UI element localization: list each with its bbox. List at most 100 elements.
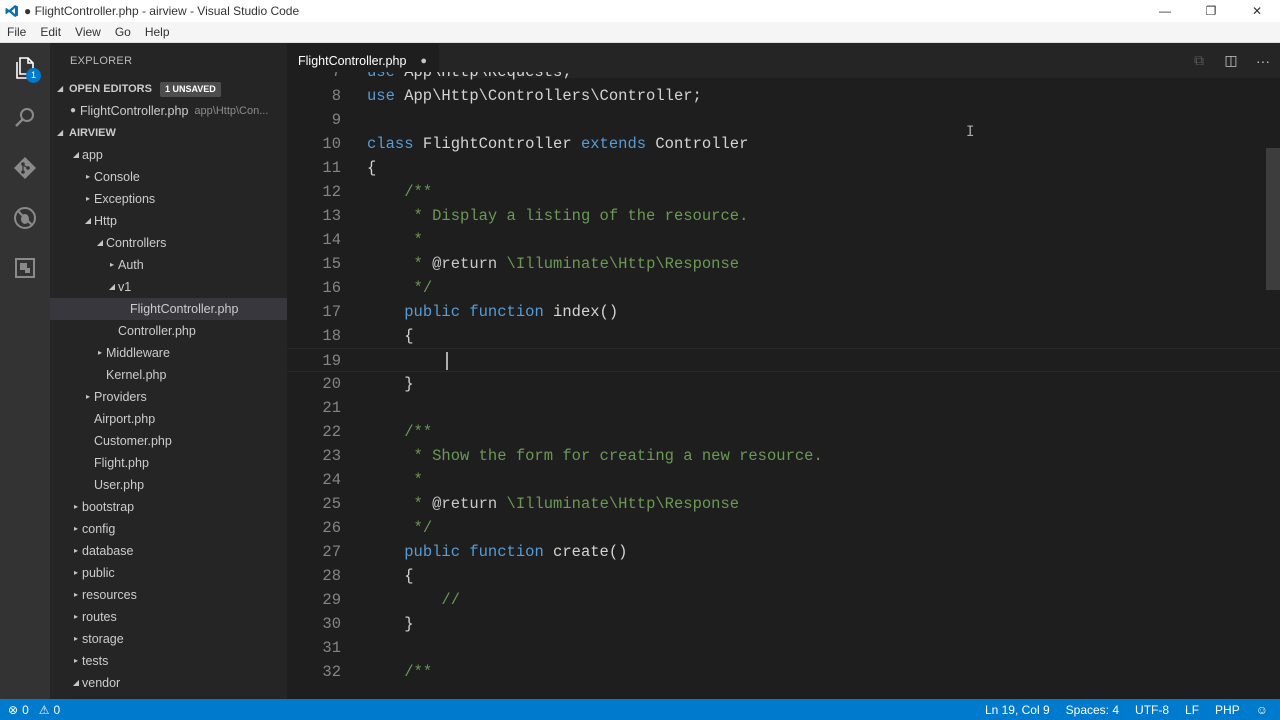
code-line[interactable]: 20 } [287,372,1280,396]
code-line[interactable]: 11 { [287,156,1280,180]
dirty-dot-icon[interactable]: ● [420,55,427,67]
menu-edit[interactable]: Edit [33,22,68,43]
tree-item[interactable]: Airport.php [50,408,287,430]
menu-file[interactable]: File [0,22,33,43]
tree-item-label: tests [82,654,109,668]
more-actions-icon[interactable]: ··· [1254,53,1272,69]
code-line[interactable]: 31 [287,636,1280,660]
line-number: 29 [322,591,341,609]
code-line[interactable]: 9 [287,108,1280,132]
code-line[interactable]: 32 /** [287,660,1280,684]
code-line[interactable]: 13 * Display a listing of the resource. [287,204,1280,228]
tree-item[interactable]: ▸ config [50,518,287,540]
tree-item[interactable]: Kernel.php [50,364,287,386]
line-number: 13 [322,207,341,225]
code-line[interactable]: 22 /** [287,420,1280,444]
tree-item[interactable]: ◢ Controllers [50,232,287,254]
problems-indicator[interactable]: ⊗ 0 ⚠ 0 [0,703,60,717]
code-line[interactable]: 10 class FlightController extends Control… [287,132,1280,156]
code-line[interactable]: 24 * [287,468,1280,492]
activity-extensions[interactable] [0,243,50,293]
tree-item[interactable]: ▸ bootstrap [50,496,287,518]
tree-item[interactable]: ▸ tests [50,650,287,672]
code-token: \Illuminate\Http\Response [497,255,740,273]
menu-view[interactable]: View [68,22,108,43]
tree-item[interactable]: ▸ Providers [50,386,287,408]
code-line[interactable]: 12 /** [287,180,1280,204]
menu-help[interactable]: Help [138,22,177,43]
code-line[interactable]: 21 [287,396,1280,420]
tree-item[interactable]: Customer.php [50,430,287,452]
tree-item[interactable]: ▸ Console [50,166,287,188]
language-mode[interactable]: PHP [1207,703,1248,717]
activity-git[interactable] [0,143,50,193]
tree-item[interactable]: ◢ app [50,144,287,166]
tree-item[interactable]: ▸ Exceptions [50,188,287,210]
line-number: 11 [322,159,341,177]
code-line[interactable]: 30 } [287,612,1280,636]
line-number: 31 [322,639,341,657]
open-changes-icon[interactable]: ⧉ [1190,52,1208,69]
tree-item[interactable]: ▸ database [50,540,287,562]
close-button[interactable]: ✕ [1234,0,1280,22]
tree-item[interactable]: ◢ vendor [50,672,287,694]
tree-item[interactable]: ◢ v1 [50,276,287,298]
vertical-scrollbar[interactable] [1266,78,1280,699]
line-number: 8 [331,87,341,105]
scroll-thumb[interactable] [1266,148,1280,290]
project-header[interactable]: ◢ AIRVIEW [50,122,287,144]
feedback-icon[interactable]: ☺ [1248,703,1276,717]
split-editor-icon[interactable]: ◫ [1222,52,1240,69]
code-line[interactable]: 18 { [287,324,1280,348]
code-line[interactable]: 7 use App\Http\Requests; [287,72,1280,84]
tree-item[interactable]: User.php [50,474,287,496]
tree-item[interactable]: Flight.php [50,452,287,474]
code-line[interactable]: 16 */ [287,276,1280,300]
vscode-logo-icon [0,0,24,22]
activity-search[interactable] [0,93,50,143]
tree-item-label: Flight.php [94,456,149,470]
tree-item[interactable]: FlightController.php [50,298,287,320]
chevron-down-icon: ◢ [57,128,64,137]
cursor-position[interactable]: Ln 19, Col 9 [977,703,1058,717]
tree-item[interactable]: ▸ storage [50,628,287,650]
indentation[interactable]: Spaces: 4 [1058,703,1127,717]
tree-item[interactable]: ▸ resources [50,584,287,606]
encoding[interactable]: UTF-8 [1127,703,1177,717]
tree-item[interactable]: ▸ routes [50,606,287,628]
code-line[interactable]: 14 * [287,228,1280,252]
code-token: @return [432,255,498,273]
minimize-button[interactable]: — [1142,0,1188,22]
code-view[interactable]: 7 use App\Http\Requests; 8 use App\Http\Con… [287,72,1280,699]
code-line[interactable]: 23 * Show the form for creating a new re… [287,444,1280,468]
title-bar: ● FlightController.php - airview - Visua… [0,0,1280,22]
code-line[interactable]: 27 public function create() [287,540,1280,564]
open-editor-item[interactable]: ● FlightController.php app\Http\Con... [50,100,287,122]
line-text: { [367,156,376,180]
code-line[interactable]: 15 * @return \Illuminate\Http\Response [287,252,1280,276]
menu-go[interactable]: Go [108,22,138,43]
tree-item[interactable]: ◢ Http [50,210,287,232]
tree-item[interactable]: Controller.php [50,320,287,342]
activity-debug[interactable] [0,193,50,243]
line-number: 14 [322,231,341,249]
code-line[interactable]: 29 // [287,588,1280,612]
code-line[interactable]: 17 public function index() [287,300,1280,324]
code-token: { [367,567,414,585]
tree-item[interactable]: ▸ Middleware [50,342,287,364]
code-line[interactable]: 8 use App\Http\Controllers\Controller; [287,84,1280,108]
tree-item[interactable]: ▸ public [50,562,287,584]
code-line[interactable]: 25 * @return \Illuminate\Http\Response [287,492,1280,516]
tree-item-label: bootstrap [82,500,135,514]
code-line[interactable]: 26 */ [287,516,1280,540]
tree-item[interactable]: ▸ Auth [50,254,287,276]
open-editors-header[interactable]: ◢ OPEN EDITORS 1 UNSAVED [50,78,287,100]
line-number: 24 [322,471,341,489]
line-number: 10 [322,135,341,153]
end-of-line[interactable]: LF [1177,703,1207,717]
code-line[interactable]: 19 [287,348,1280,372]
code-line[interactable]: 28 { [287,564,1280,588]
maximize-button[interactable]: ❐ [1188,0,1234,22]
line-text: use App\Http\Requests; [367,72,572,84]
activity-explorer[interactable]: 1 [0,43,50,93]
